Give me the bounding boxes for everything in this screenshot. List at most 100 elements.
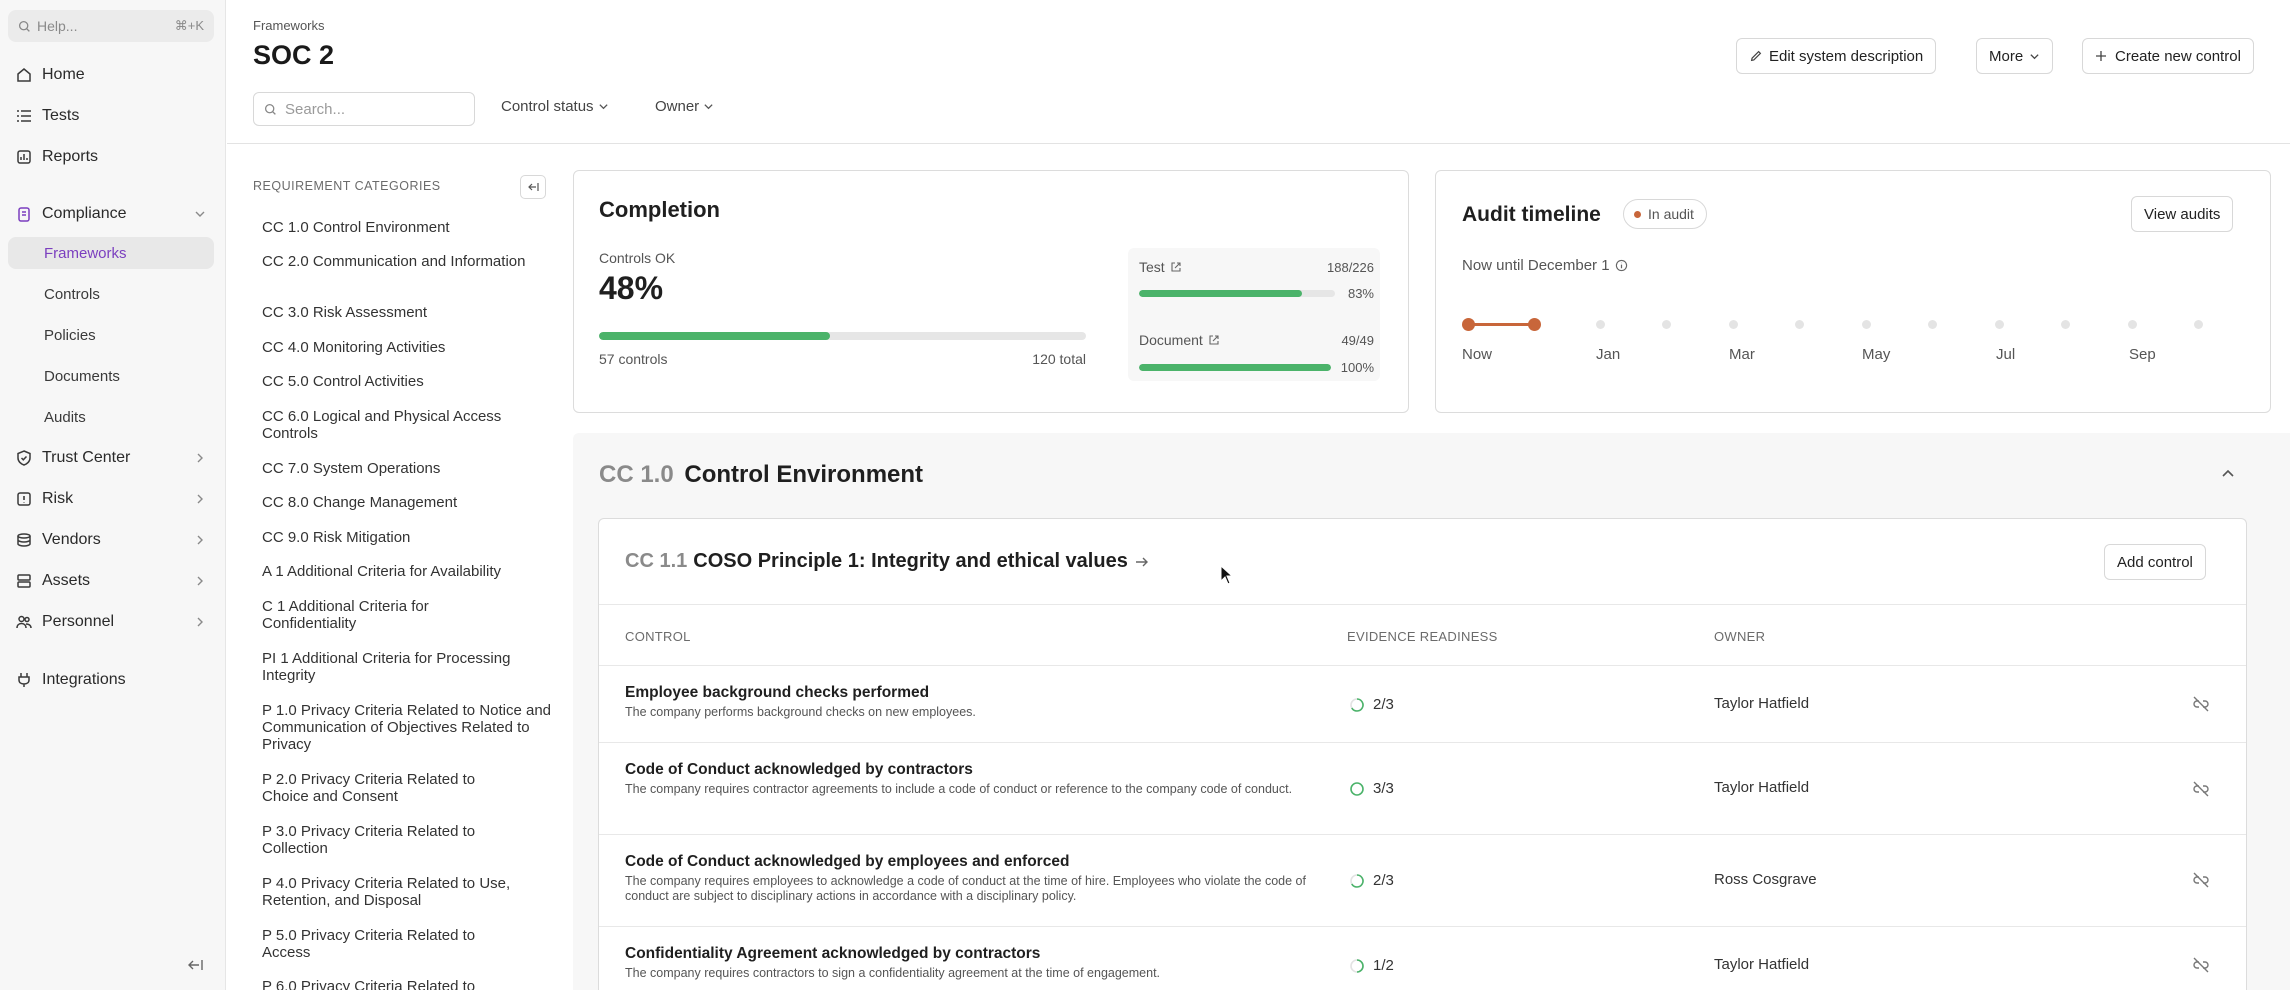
category-item[interactable]: P 6.0 Privacy Criteria Related to xyxy=(262,978,502,990)
column-header-control: CONTROL xyxy=(625,629,691,644)
evidence-readiness: 3/3 xyxy=(1349,780,1394,797)
completion-progress-fill xyxy=(599,332,831,340)
chevron-right-icon xyxy=(197,494,203,504)
nav-risk[interactable]: Risk xyxy=(8,483,214,515)
nav-compliance-label: Compliance xyxy=(42,205,127,222)
unlink-icon[interactable] xyxy=(2191,694,2211,714)
edit-button-label: Edit system description xyxy=(1769,47,1924,65)
nav-trust-center-label: Trust Center xyxy=(42,449,131,466)
nav-home[interactable]: Home xyxy=(8,59,214,91)
test-progress-bar xyxy=(1139,290,1335,297)
owner-name: Ross Cosgrave xyxy=(1714,871,1817,888)
chevron-right-icon xyxy=(197,453,203,463)
owner-filter[interactable]: Owner xyxy=(655,98,714,115)
more-button-label: More xyxy=(1989,47,2024,65)
category-item[interactable]: P 5.0 Privacy Criteria Related to Access xyxy=(262,927,502,961)
help-search[interactable]: Help... ⌘+K xyxy=(8,10,214,42)
category-item[interactable]: P 4.0 Privacy Criteria Related to Use, R… xyxy=(262,875,532,909)
nav-reports[interactable]: Reports xyxy=(8,141,214,173)
more-button[interactable]: More xyxy=(1976,38,2054,74)
plus-icon xyxy=(2096,51,2106,61)
control-description: The company requires contractor agreemen… xyxy=(625,782,1293,796)
test-progress-fill xyxy=(1139,290,1302,297)
nav-personnel[interactable]: Personnel xyxy=(8,606,214,638)
category-item[interactable]: CC 5.0 Control Activities xyxy=(262,373,546,390)
search-field[interactable] xyxy=(253,92,475,126)
requirement-categories-heading: REQUIREMENT CATEGORIES xyxy=(253,179,441,193)
section-collapse-button[interactable] xyxy=(2218,464,2238,484)
sidebar-item-audits[interactable]: Audits xyxy=(8,401,214,433)
category-item[interactable]: CC 1.0 Control Environment xyxy=(262,219,546,236)
sidebar-collapse-button[interactable] xyxy=(186,958,206,974)
category-item[interactable]: CC 3.0 Risk Assessment xyxy=(262,304,546,321)
sidebar-item-policies[interactable]: Policies xyxy=(8,319,214,351)
collapse-categories-button[interactable] xyxy=(520,175,546,199)
sidebar-item-documents[interactable]: Documents xyxy=(8,360,214,392)
nav-tests[interactable]: Tests xyxy=(8,100,214,132)
control-description: The company performs background checks o… xyxy=(625,705,976,719)
category-item[interactable]: P 1.0 Privacy Criteria Related to Notice… xyxy=(262,702,552,753)
table-row[interactable] xyxy=(599,666,2246,742)
progress-ring-icon xyxy=(1350,781,1364,796)
section-title: Control Environment xyxy=(684,461,924,488)
info-icon[interactable] xyxy=(1615,259,1628,272)
subsection-heading[interactable]: CC 1.1 COSO Principle 1: Integrity and e… xyxy=(625,550,1150,573)
chevron-up-icon xyxy=(2222,469,2234,477)
test-link[interactable]: Test xyxy=(1139,259,1182,275)
sidebar-item-frameworks[interactable]: Frameworks xyxy=(8,237,214,269)
category-item[interactable]: CC 8.0 Change Management xyxy=(262,494,546,511)
breadcrumb[interactable]: Frameworks xyxy=(253,18,325,33)
timeline-dot xyxy=(1862,320,1871,329)
timeline-month-label: Jul xyxy=(1996,346,2016,363)
create-new-control-button[interactable]: Create new control xyxy=(2082,38,2254,74)
category-item[interactable]: P 2.0 Privacy Criteria Related to Choice… xyxy=(262,771,502,805)
owner-name: Taylor Hatfield xyxy=(1714,956,1810,973)
category-item[interactable]: CC 4.0 Monitoring Activities xyxy=(262,339,546,356)
view-audits-button[interactable]: View audits xyxy=(2131,196,2234,232)
timeline-progress xyxy=(1469,323,1535,326)
control-status-label: Control status xyxy=(501,98,594,115)
unlink-icon[interactable] xyxy=(2191,779,2211,799)
search-input[interactable] xyxy=(285,100,455,118)
category-item[interactable]: PI 1 Additional Criteria for Processing … xyxy=(262,650,552,684)
server-icon xyxy=(17,574,31,588)
chevron-down-icon xyxy=(704,104,713,110)
timeline-month-label: Jan xyxy=(1596,346,1621,363)
nav-assets[interactable]: Assets xyxy=(8,565,214,597)
mouse-cursor-icon xyxy=(1220,565,1234,585)
report-icon xyxy=(17,150,31,164)
test-label: Test xyxy=(1139,259,1165,275)
control-title: Code of Conduct acknowledged by contract… xyxy=(625,761,973,778)
nav-integrations[interactable]: Integrations xyxy=(8,664,214,696)
category-item[interactable]: P 3.0 Privacy Criteria Related to Collec… xyxy=(262,823,502,857)
category-item[interactable]: CC 2.0 Communication and Information xyxy=(262,253,546,270)
audit-timeline-title: Audit timeline xyxy=(1462,203,1601,226)
readiness-value: 2/3 xyxy=(1373,872,1394,889)
category-item[interactable]: C 1 Additional Criteria for Confidential… xyxy=(262,598,482,632)
nav-trust-center[interactable]: Trust Center xyxy=(8,442,214,474)
category-item[interactable]: CC 7.0 System Operations xyxy=(262,460,546,477)
unlink-icon[interactable] xyxy=(2191,955,2211,975)
audit-range: Now until December 1 xyxy=(1462,257,1628,274)
nav-vendors[interactable]: Vendors xyxy=(8,524,214,556)
unlink-icon[interactable] xyxy=(2191,870,2211,890)
control-status-filter[interactable]: Control status xyxy=(501,98,609,115)
audit-range-label: Now until December 1 xyxy=(1462,257,1610,274)
nav-compliance[interactable]: Compliance xyxy=(8,198,214,230)
control-description: The company requires employees to acknow… xyxy=(625,874,1306,903)
category-item[interactable]: CC 6.0 Logical and Physical Access Contr… xyxy=(262,408,546,442)
sidebar: Help... ⌘+K Home Tests Reports Complianc… xyxy=(0,0,226,990)
category-item[interactable]: A 1 Additional Criteria for Availability xyxy=(262,563,546,580)
document-link[interactable]: Document xyxy=(1139,332,1220,348)
vendor-icon xyxy=(17,533,31,547)
sidebar-item-controls[interactable]: Controls xyxy=(8,278,214,310)
edit-system-description-button[interactable]: Edit system description xyxy=(1736,38,1937,74)
progress-ring-icon xyxy=(1350,958,1364,973)
divider xyxy=(599,604,2246,605)
collapse-left-icon xyxy=(528,183,539,191)
category-item[interactable]: CC 9.0 Risk Mitigation xyxy=(262,529,546,546)
add-control-button[interactable]: Add control xyxy=(2104,544,2206,580)
timeline-dot xyxy=(1729,320,1738,329)
status-dot-icon xyxy=(1634,210,1641,218)
help-placeholder: Help... xyxy=(37,18,78,34)
